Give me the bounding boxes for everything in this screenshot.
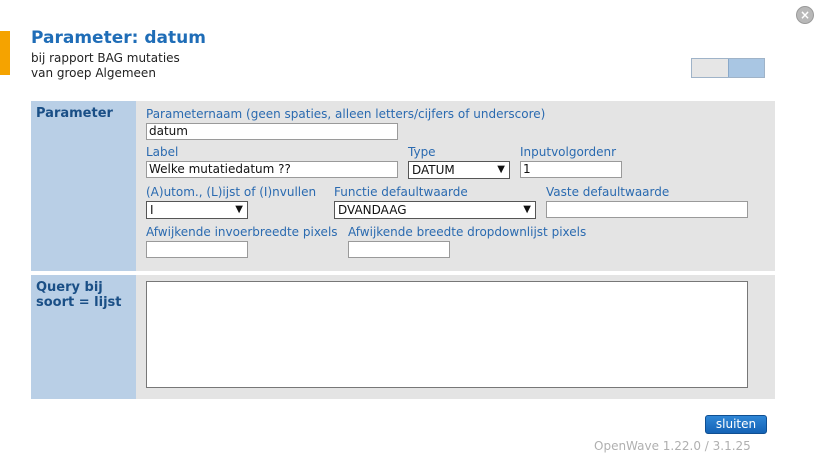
type-label: Type [408,145,436,159]
input-order-label: Inputvolgordenr [520,145,617,159]
view-toggle[interactable] [691,58,765,78]
default-function-label: Functie defaultwaarde [334,185,468,199]
dropdown-width-input[interactable] [348,241,450,258]
query-textarea[interactable] [146,281,748,388]
query-heading-line2: soort = lijst [36,295,122,310]
input-order-input[interactable]: 1 [520,161,622,178]
accent-bar [0,31,10,75]
close-dialog-icon[interactable]: × [796,6,814,24]
query-section-heading: Query bij soort = lijst [31,275,136,399]
dialog-subtitle-group: van groep Algemeen [31,66,156,80]
toggle-left-segment[interactable] [692,59,728,77]
parameter-section-heading: Parameter [31,101,136,271]
fixed-default-input[interactable] [546,201,748,218]
default-function-select-value: DVANDAAG [338,203,407,217]
query-heading-line1: Query bij [36,280,103,295]
dialog-subtitle-report: bij rapport BAG mutaties [31,51,180,65]
parameter-dialog: × Parameter: datum bij rapport BAG mutat… [0,0,820,468]
input-width-label: Afwijkende invoerbreedte pixels [146,225,338,239]
default-function-select[interactable]: DVANDAAG ▼ [334,201,536,219]
label-field-label: Label [146,145,179,159]
toggle-right-segment[interactable] [727,59,764,77]
mode-label: (A)utom., (L)ijst of (I)nvullen [146,185,317,199]
close-button[interactable]: sluiten [705,415,767,434]
chevron-down-icon: ▼ [497,164,505,175]
version-label: OpenWave 1.22.0 / 3.1.25 [594,439,751,453]
chevron-down-icon: ▼ [235,204,243,215]
dropdown-width-label: Afwijkende breedte dropdownlijst pixels [348,225,587,239]
label-input[interactable]: Welke mutatiedatum ?? [146,161,398,178]
parameter-name-label: Parameternaam (geen spaties, alleen lett… [146,107,546,121]
type-select-value: DATUM [412,163,455,177]
dialog-title: Parameter: datum [31,28,206,48]
fixed-default-label: Vaste defaultwaarde [546,185,670,199]
mode-select[interactable]: I ▼ [146,201,248,219]
mode-select-value: I [150,203,154,217]
parameter-name-input[interactable]: datum [146,123,398,140]
type-select[interactable]: DATUM ▼ [408,161,510,179]
chevron-down-icon: ▼ [523,204,531,215]
input-width-input[interactable] [146,241,248,258]
